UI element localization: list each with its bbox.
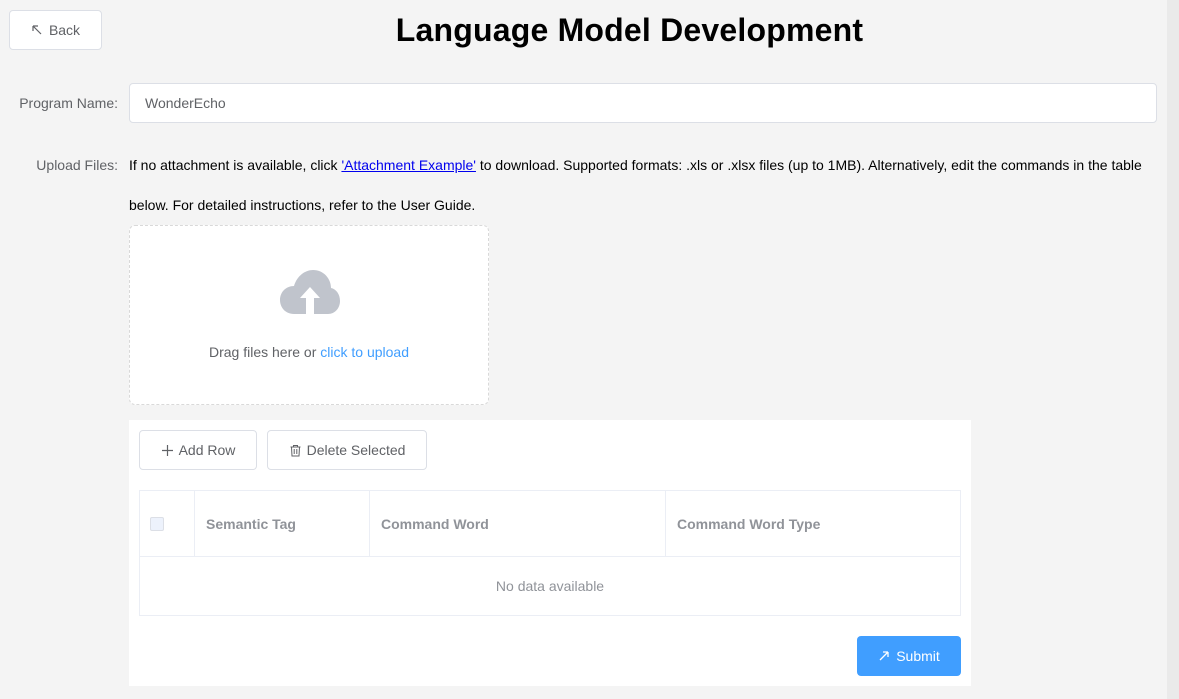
column-header-command-word[interactable]: Command Word [370,491,666,556]
program-name-label: Program Name: [19,95,118,111]
upload-cloud-icon [280,270,340,314]
instructions-text-start: If no attachment is available, click [129,157,342,173]
upload-dropzone[interactable]: Drag files here or click to upload [129,225,489,405]
commands-table: Semantic Tag Command Word Command Word T… [139,490,961,616]
column-header-command-word-type[interactable]: Command Word Type [666,491,960,556]
delete-selected-button[interactable]: Delete Selected [267,430,427,470]
trash-icon [290,444,301,456]
delete-selected-label: Delete Selected [306,442,406,458]
table-empty-message: No data available [495,578,605,594]
upload-prompt: Drag files here or click to upload [130,344,488,360]
column-header-semantic-tag[interactable]: Semantic Tag [195,491,370,556]
program-name-value: WonderEcho [145,95,226,111]
page-scrollbar[interactable] [1167,0,1179,699]
upload-instructions: If no attachment is available, click 'At… [129,145,1159,225]
add-row-button[interactable]: Add Row [139,430,257,470]
submit-label: Submit [896,648,940,664]
click-to-upload-link[interactable]: click to upload [320,344,409,360]
arrow-up-right-icon [879,651,889,661]
submit-button[interactable]: Submit [857,636,961,676]
table-header: Semantic Tag Command Word Command Word T… [140,491,960,557]
select-all-checkbox[interactable] [150,516,164,531]
page-title: Language Model Development [395,12,864,48]
commands-table-panel: Add Row Delete Selected Semantic Tag Com… [129,420,971,686]
select-all-cell [140,491,195,556]
plus-icon [161,444,173,456]
add-row-label: Add Row [178,442,236,458]
upload-prompt-text: Drag files here or [209,344,321,360]
attachment-example-link[interactable]: 'Attachment Example' [341,157,476,173]
program-name-input[interactable]: WonderEcho [129,83,1157,123]
upload-files-label: Upload Files: [36,157,118,173]
